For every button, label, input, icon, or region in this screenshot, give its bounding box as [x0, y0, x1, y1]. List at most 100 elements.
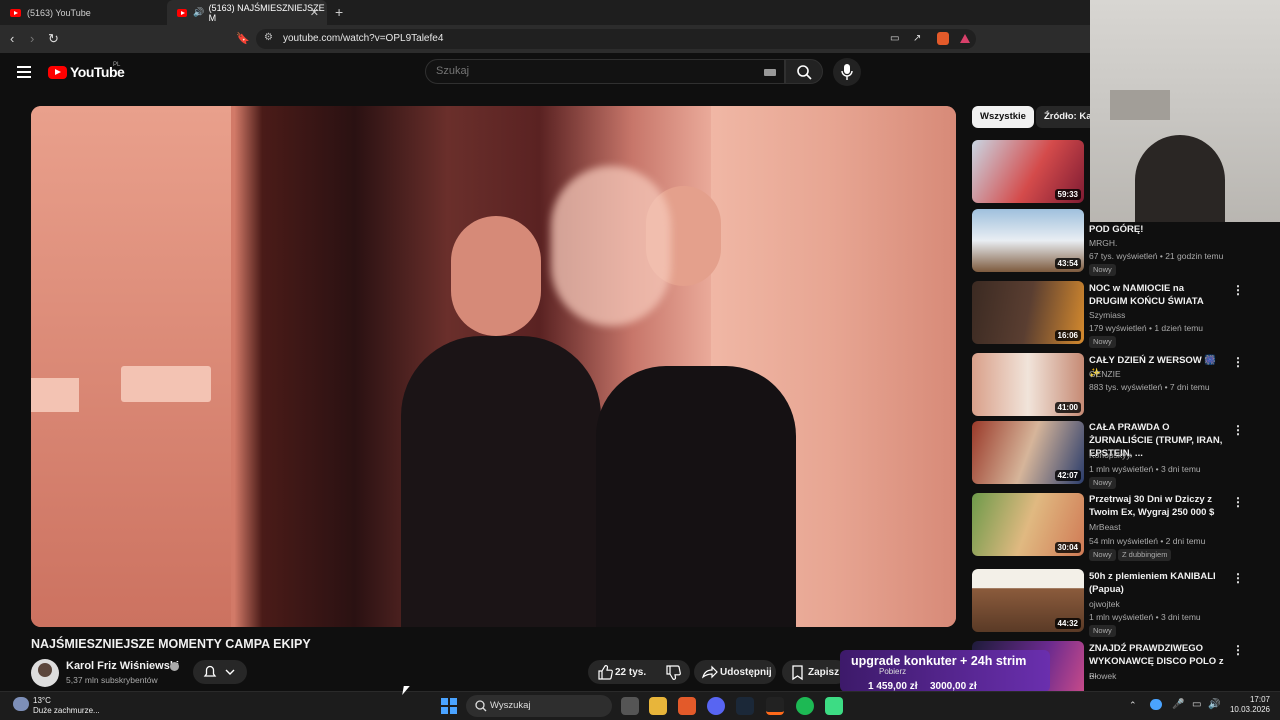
taskbar-search-label: Wyszukaj — [490, 700, 531, 711]
video-thumbnail[interactable]: 30:04 — [972, 493, 1084, 556]
clock-date[interactable]: 10.03.2026 — [1230, 705, 1270, 714]
duration-badge: 16:06 — [1054, 330, 1081, 341]
rec-title[interactable]: Przetrwaj 30 Dni w Dziczy z Twoim Ex, Wy… — [1089, 493, 1224, 519]
rec-title[interactable]: POD GÓRĘ! — [1089, 223, 1224, 236]
more-options-icon[interactable]: ⋮ — [1232, 423, 1244, 437]
network-icon[interactable]: ▭ — [1192, 699, 1201, 710]
android-app-icon[interactable] — [825, 697, 843, 715]
video-thumbnail[interactable]: 44:32 — [972, 569, 1084, 632]
rec-channel[interactable]: GENZIE — [1089, 369, 1121, 379]
onedrive-icon[interactable] — [1150, 699, 1162, 710]
video-frame-detail — [121, 366, 211, 402]
brave-shield-icon[interactable] — [937, 32, 949, 45]
weather-description[interactable]: Duże zachmurze... — [33, 706, 100, 715]
rec-views: 54 mln wyświetleń • 2 dni temu — [1089, 536, 1206, 546]
more-options-icon[interactable]: ⋮ — [1232, 495, 1244, 509]
more-options-icon[interactable]: ⋮ — [1232, 283, 1244, 297]
new-tab-button[interactable]: + — [335, 4, 343, 20]
save-button[interactable]: Zapisz — [782, 660, 848, 684]
weather-icon[interactable] — [13, 697, 29, 711]
search-input[interactable] — [436, 65, 736, 77]
channel-avatar[interactable] — [31, 659, 59, 687]
search-box[interactable] — [425, 59, 785, 84]
rec-channel[interactable]: MRGH. — [1089, 238, 1117, 248]
rec-title[interactable]: NOC w NAMIOCIE na DRUGIM KOŃCU ŚWIATA — [1089, 282, 1224, 308]
thumbs-down-icon[interactable] — [662, 660, 684, 684]
close-tab-icon[interactable]: ✕ — [310, 6, 319, 19]
rec-channel[interactable]: Blowek — [1089, 671, 1116, 681]
rec-channel[interactable]: Konopskyy — [1089, 450, 1131, 460]
video-thumbnail[interactable]: 42:07 — [972, 421, 1084, 484]
share-button[interactable]: Udostępnij — [694, 660, 776, 684]
tray-chevron-icon[interactable]: ⌃ — [1129, 700, 1137, 711]
rec-channel[interactable]: Szymiass — [1089, 310, 1125, 320]
share-page-icon[interactable]: ↗ — [913, 31, 921, 47]
chip-all[interactable]: Wszystkie — [972, 106, 1034, 128]
video-frame-detail — [31, 378, 79, 412]
volume-icon[interactable]: 🔊 — [1208, 699, 1220, 710]
browser-tab-bar: (5163) YouTube 🔊 (5163) NAJŚMIESZNIEJSZE… — [0, 0, 1090, 25]
video-title: NAJŚMIESZNIEJSZE MOMENTY CAMPA EKIPY — [31, 637, 311, 651]
bookmark-icon[interactable]: 🔖 — [236, 31, 250, 47]
media-app-icon[interactable] — [766, 697, 784, 715]
video-player[interactable] — [31, 106, 956, 627]
back-button[interactable]: ‹ — [10, 31, 14, 47]
hamburger-menu-icon[interactable] — [17, 66, 31, 78]
discord-icon[interactable] — [707, 697, 725, 715]
weather-temperature[interactable]: 13°C — [33, 696, 51, 705]
windows-start-icon[interactable] — [441, 698, 457, 714]
video-frame-person — [596, 366, 796, 627]
more-options-icon[interactable]: ⋮ — [1232, 643, 1244, 657]
rec-channel[interactable]: MrBeast — [1089, 522, 1121, 532]
more-options-icon[interactable]: ⋮ — [1232, 355, 1244, 369]
like-button[interactable]: 22 tys. — [588, 660, 690, 684]
brave-browser-icon[interactable] — [678, 697, 696, 715]
subscriber-count: 5,37 mln subskrybentów — [66, 675, 158, 685]
new-badge: Nowy — [1089, 264, 1116, 276]
site-info-icon[interactable]: ⚙ — [264, 32, 273, 43]
voice-search-button[interactable] — [833, 58, 861, 86]
cast-icon[interactable]: ▭ — [890, 31, 899, 47]
steam-icon[interactable] — [736, 697, 754, 715]
notifications-button[interactable] — [193, 660, 247, 684]
chip-source[interactable]: Źródło: Karol — [1036, 106, 1090, 128]
video-thumbnail[interactable]: 41:00 — [972, 353, 1084, 416]
address-bar[interactable]: ⚙ youtube.com/watch?v=OPL9Talefe4 — [256, 29, 976, 49]
video-frame-person — [401, 336, 601, 627]
webcam-scene — [1110, 90, 1170, 120]
task-view-icon[interactable] — [621, 697, 639, 715]
brave-rewards-icon[interactable] — [960, 34, 970, 43]
clock-time[interactable]: 17:07 — [1250, 695, 1270, 704]
video-thumbnail[interactable]: 59:33 — [972, 140, 1084, 203]
search-button[interactable] — [785, 59, 823, 84]
video-thumbnail[interactable]: 43:54 — [972, 209, 1084, 272]
more-options-icon[interactable]: ⋮ — [1232, 571, 1244, 585]
download-label[interactable]: Pobierz — [879, 667, 906, 676]
rec-title[interactable]: 50h z plemieniem KANIBALI (Papua) — [1089, 570, 1224, 596]
duration-badge: 59:33 — [1054, 189, 1081, 200]
spotify-icon[interactable] — [796, 697, 814, 715]
new-badge: Nowy — [1089, 625, 1116, 637]
youtube-play-icon — [48, 65, 67, 79]
channel-name[interactable]: Karol Friz Wiśniewski — [66, 660, 179, 672]
tab-current-video[interactable]: 🔊 (5163) NAJŚMIESZNIEJSZE M ✕ — [167, 0, 327, 25]
tab-label: (5163) YouTube — [27, 7, 91, 18]
duration-badge: 44:32 — [1054, 618, 1081, 629]
share-icon — [701, 665, 718, 679]
rec-views: 179 wyświetleń • 1 dzień temu — [1089, 323, 1204, 333]
rec-channel[interactable]: ojwojtek — [1089, 599, 1120, 609]
taskbar-search[interactable]: Wyszukaj — [466, 695, 612, 717]
windows-taskbar: 13°C Duże zachmurze... Wyszukaj ⌃ 🎤 ▭ 🔊 … — [0, 691, 1280, 720]
youtube-favicon-icon — [177, 8, 188, 17]
rec-views: 67 tys. wyświetleń • 21 godzin temu — [1089, 251, 1224, 261]
verified-icon — [170, 662, 179, 671]
file-explorer-icon[interactable] — [649, 697, 667, 715]
bell-icon — [203, 665, 235, 677]
video-thumbnail[interactable]: 16:06 — [972, 281, 1084, 344]
keyboard-icon[interactable] — [764, 69, 776, 76]
reload-button[interactable]: ↻ — [48, 31, 59, 47]
forward-button[interactable]: › — [30, 31, 34, 47]
tab-youtube-home[interactable]: (5163) YouTube — [0, 0, 165, 25]
microphone-tray-icon[interactable]: 🎤 — [1172, 699, 1184, 710]
youtube-header: YouTube PL — [0, 53, 1090, 93]
